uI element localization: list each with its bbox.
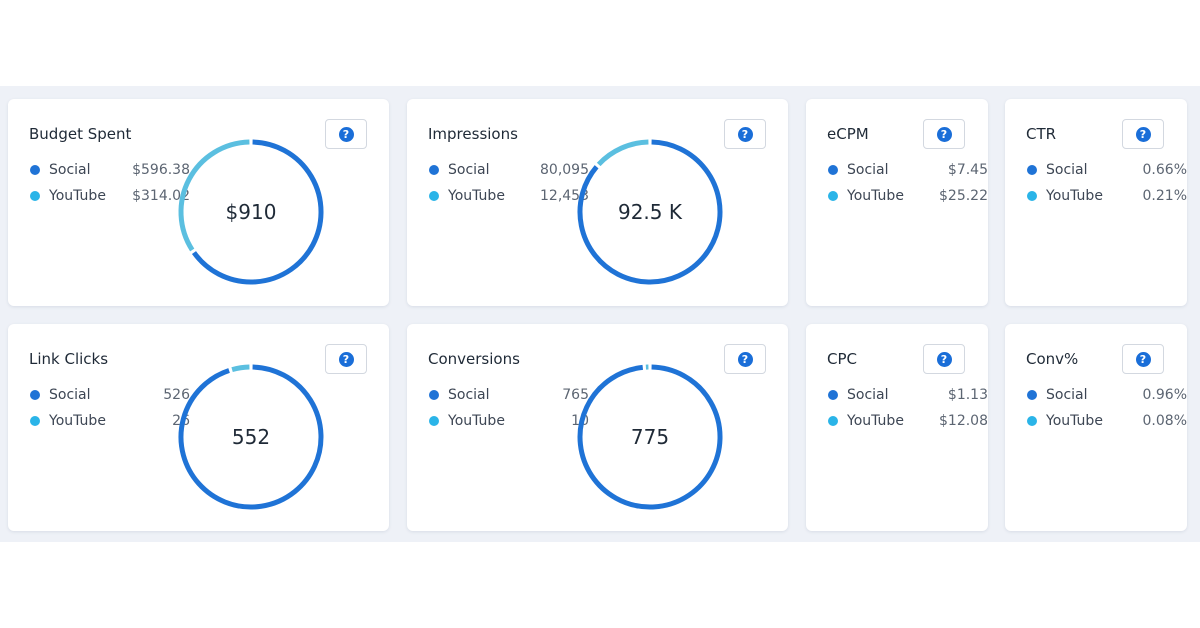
legend-item-youtube: YouTube $12.08 [828,411,988,431]
card-title: eCPM [827,125,869,143]
question-circle-icon: ? [1135,126,1151,142]
question-circle-icon: ? [1135,351,1151,367]
legend-label: Social [1046,162,1088,178]
youtube-dot-icon [429,416,439,426]
help-button[interactable]: ? [724,344,766,374]
social-dot-icon [429,390,439,400]
card-title: Conversions [428,350,520,368]
youtube-dot-icon [30,416,40,426]
legend-item-youtube: YouTube 0.21% [1027,186,1187,206]
legend-label: YouTube [49,413,106,429]
legend-item-youtube: YouTube 10 [429,411,589,431]
legend-label: Social [847,387,889,403]
question-circle-icon: ? [936,351,952,367]
legend-label: Social [49,162,91,178]
legend-item-social: Social 0.66% [1027,160,1187,180]
question-circle-icon: ? [737,126,753,142]
legend-label: Social [49,387,91,403]
social-dot-icon [30,165,40,175]
donut-slice-youtube [596,139,649,167]
question-circle-icon: ? [338,351,354,367]
card-title: Conv% [1026,350,1079,368]
donut-center-value: 92.5 K [617,200,682,224]
help-button[interactable]: ? [325,119,367,149]
youtube-dot-icon [828,191,838,201]
donut-slice-youtube [178,139,250,252]
legend-item-social: Social $1.13 [828,385,988,405]
legend-label: YouTube [1046,413,1103,429]
legend-label: YouTube [847,188,904,204]
question-circle-icon: ? [936,126,952,142]
question-circle-icon: ? [737,351,753,367]
social-dot-icon [828,390,838,400]
legend-item-social: Social $7.45 [828,160,988,180]
legend-label: Social [448,162,490,178]
help-button[interactable]: ? [923,344,965,374]
legend-value: $7.45 [947,162,988,178]
card-title: Link Clicks [29,350,109,368]
card-impressions: Impressions ? Social 80,095 YouTube 12,4… [407,99,788,306]
social-dot-icon [1027,390,1037,400]
legend-item-youtube: YouTube 12,453 [429,186,589,206]
social-dot-icon [828,165,838,175]
help-button[interactable]: ? [1122,119,1164,149]
social-dot-icon [429,165,439,175]
legend-value: 0.08% [1142,413,1187,429]
help-button[interactable]: ? [923,119,965,149]
legend-label: YouTube [847,413,904,429]
card-title: Budget Spent [29,125,132,143]
card-link-clicks: Link Clicks ? Social 526 YouTube 26 552 [8,324,389,531]
legend-value: $12.08 [939,413,988,429]
social-dot-icon [1027,165,1037,175]
youtube-dot-icon [828,416,838,426]
card-budget-spent: Budget Spent ? Social $596.38 YouTube $3… [8,99,389,306]
legend-value: 0.96% [1142,387,1187,403]
youtube-dot-icon [1027,416,1037,426]
legend-item-youtube: YouTube $25.22 [828,186,988,206]
legend-label: Social [1046,387,1088,403]
legend-item-social: Social $596.38 [30,160,190,180]
legend-label: Social [847,162,889,178]
donut-slice-youtube [231,364,250,373]
legend-item-youtube: YouTube $314.02 [30,186,190,206]
card-cpc: CPC ? Social $1.13 YouTube $12.08 [806,324,988,531]
legend-label: YouTube [1046,188,1103,204]
help-button[interactable]: ? [325,344,367,374]
legend-item-social: Social 765 [429,385,589,405]
help-button[interactable]: ? [1122,344,1164,374]
card-title: CTR [1026,125,1057,143]
card-ctr: CTR ? Social 0.66% YouTube 0.21% [1005,99,1187,306]
donut-center-value: $910 [225,200,277,224]
donut-center-value: 775 [630,425,670,449]
question-circle-icon: ? [338,126,354,142]
legend-value: 0.21% [1142,188,1187,204]
card-title: Impressions [428,125,518,143]
legend-item-social: Social 0.96% [1027,385,1187,405]
legend-item-social: Social 80,095 [429,160,589,180]
youtube-dot-icon [429,191,439,201]
legend-item-social: Social 526 [30,385,190,405]
legend-label: YouTube [49,188,106,204]
youtube-dot-icon [1027,191,1037,201]
card-conv-rate: Conv% ? Social 0.96% YouTube 0.08% [1005,324,1187,531]
legend-value: $25.22 [939,188,988,204]
card-title: CPC [827,350,857,368]
legend-label: YouTube [448,188,505,204]
legend-label: Social [448,387,490,403]
legend-value: $1.13 [947,387,988,403]
social-dot-icon [30,390,40,400]
help-button[interactable]: ? [724,119,766,149]
legend-label: YouTube [448,413,505,429]
youtube-dot-icon [30,191,40,201]
card-ecpm: eCPM ? Social $7.45 YouTube $25.22 [806,99,988,306]
legend-value: 0.66% [1142,162,1187,178]
donut-center-value: 552 [231,425,271,449]
card-conversions: Conversions ? Social 765 YouTube 10 775 [407,324,788,531]
legend-item-youtube: YouTube 26 [30,411,190,431]
legend-item-youtube: YouTube 0.08% [1027,411,1187,431]
